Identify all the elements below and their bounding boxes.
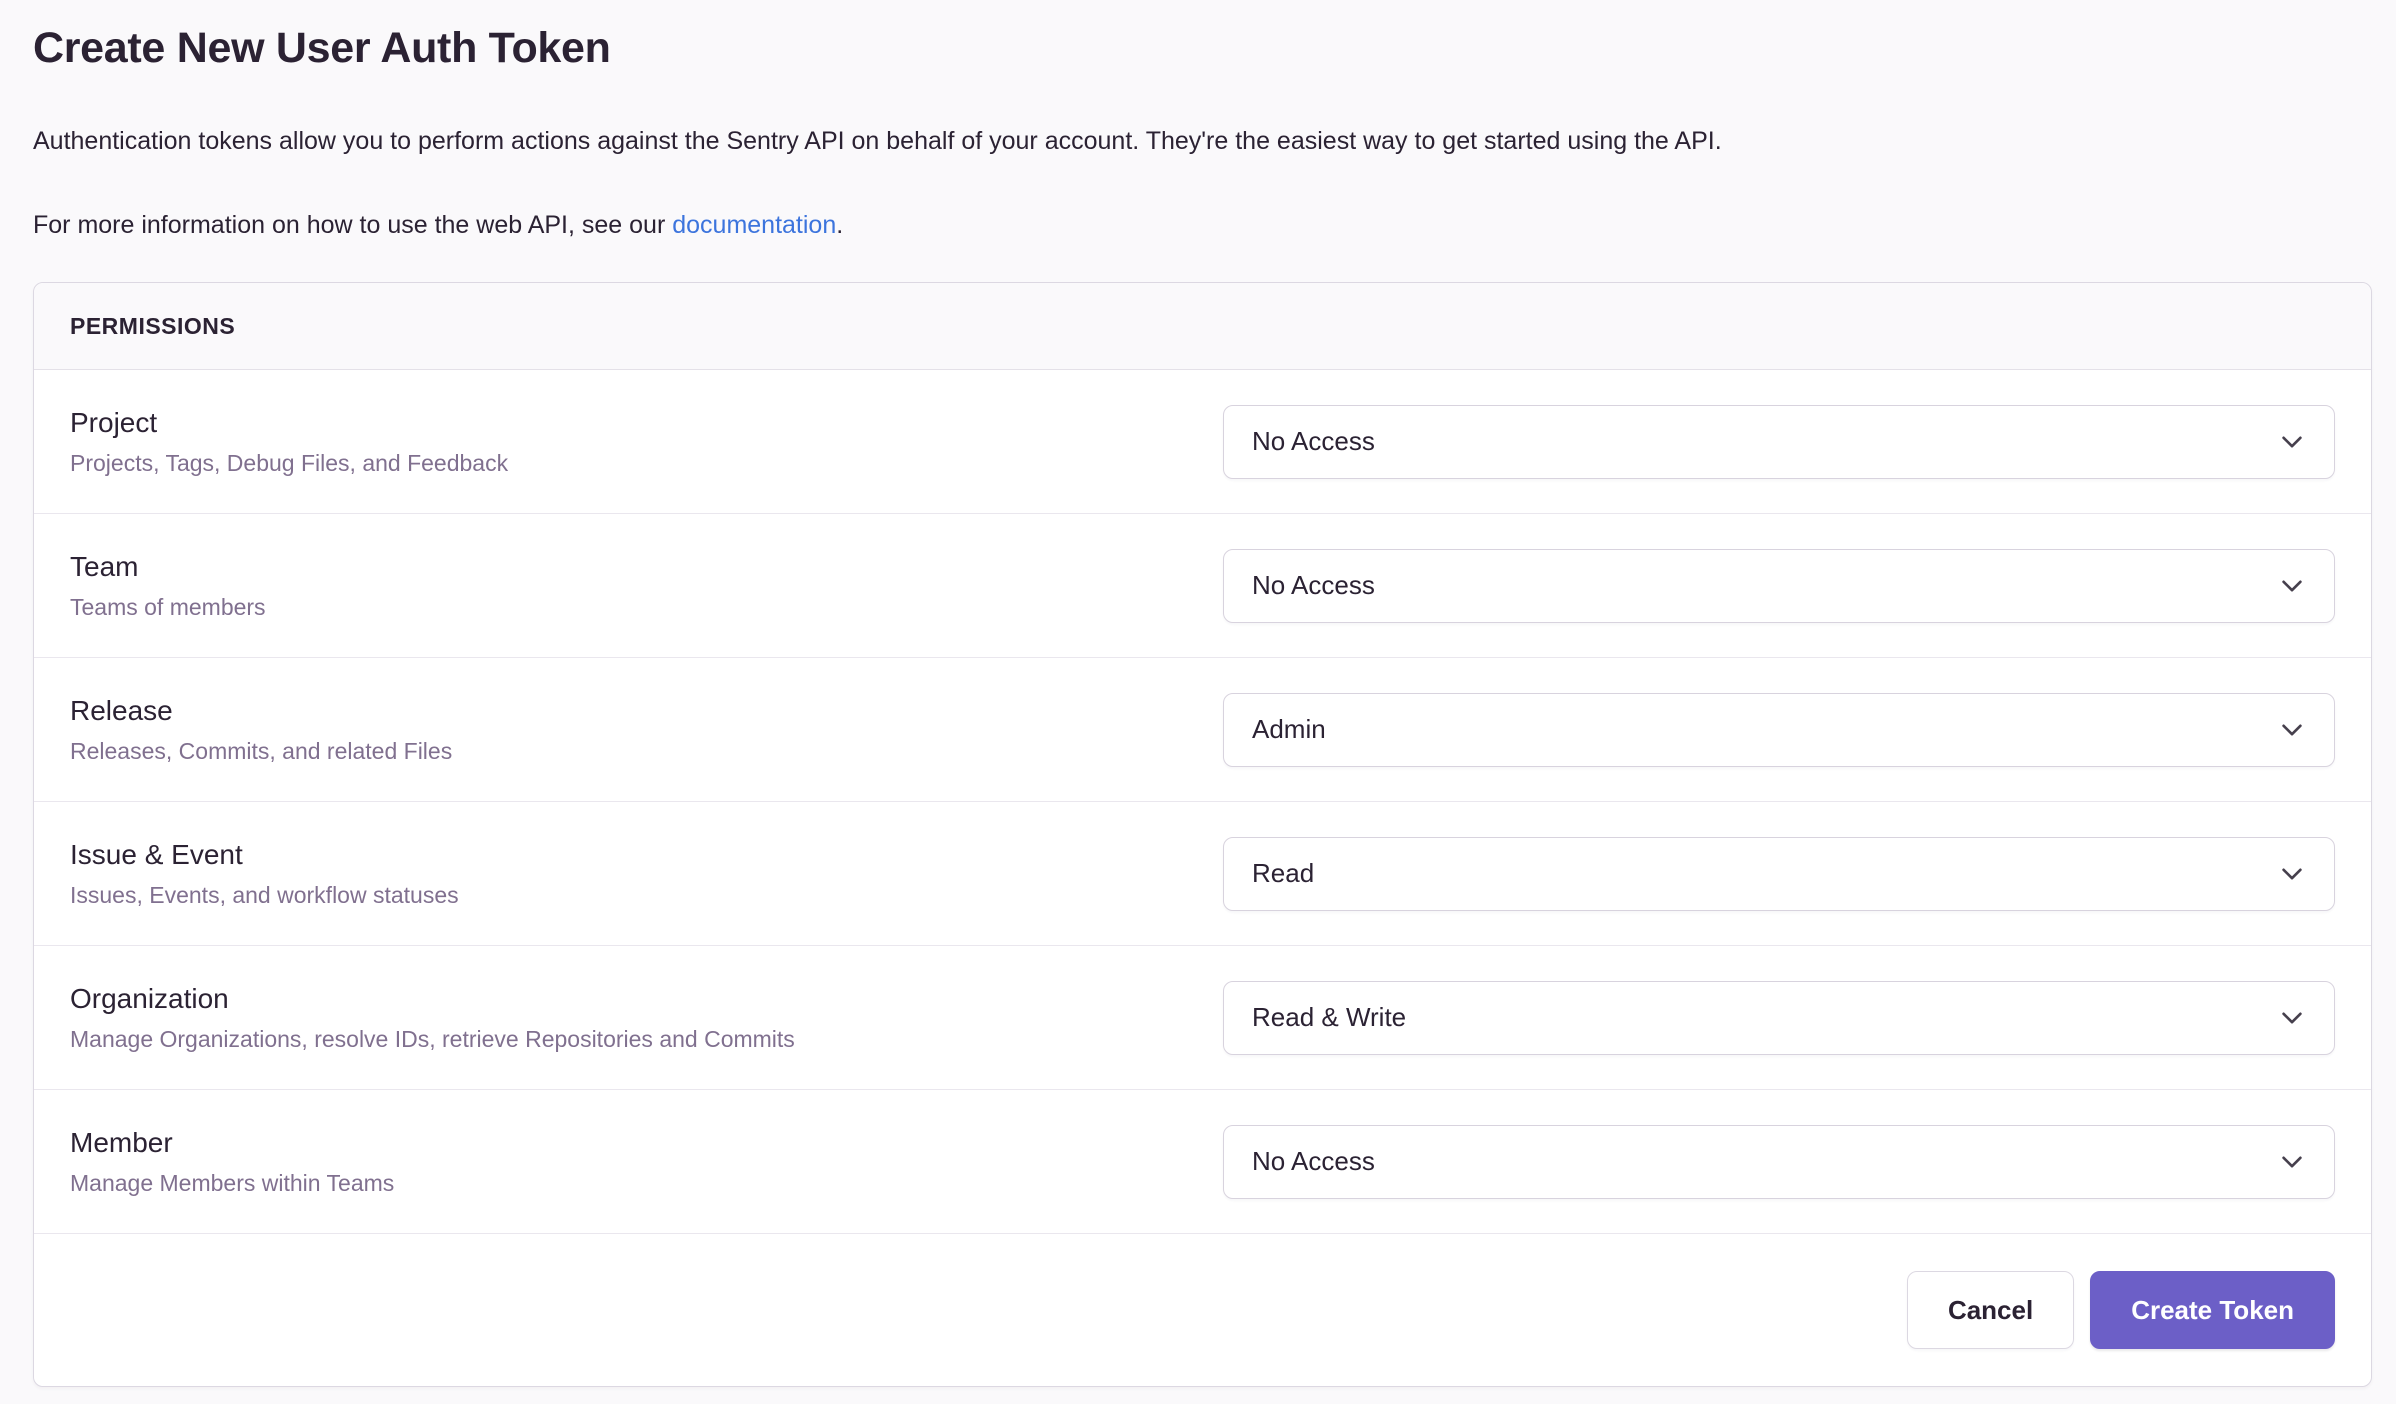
documentation-link[interactable]: documentation: [672, 211, 836, 239]
selected-value: Admin: [1252, 714, 1326, 745]
docs-suffix: .: [836, 211, 843, 239]
chevron-down-icon: [2278, 860, 2306, 888]
permission-label: Member: [70, 1126, 1183, 1160]
release-permission-select[interactable]: Admin: [1223, 693, 2335, 767]
intro-text: Authentication tokens allow you to perfo…: [33, 122, 2372, 160]
permission-row-organization: Organization Manage Organizations, resol…: [34, 946, 2371, 1090]
permission-info: Release Releases, Commits, and related F…: [70, 694, 1223, 765]
team-permission-select[interactable]: No Access: [1223, 549, 2335, 623]
chevron-down-icon: [2278, 1148, 2306, 1176]
selected-value: Read: [1252, 858, 1314, 889]
member-permission-select[interactable]: No Access: [1223, 1125, 2335, 1199]
create-token-button[interactable]: Create Token: [2090, 1271, 2335, 1349]
permission-description: Projects, Tags, Debug Files, and Feedbac…: [70, 449, 1183, 477]
permissions-panel-header: PERMISSIONS: [34, 283, 2371, 370]
chevron-down-icon: [2278, 428, 2306, 456]
permission-description: Manage Members within Teams: [70, 1169, 1183, 1197]
permission-row-member: Member Manage Members within Teams No Ac…: [34, 1090, 2371, 1234]
permission-label: Project: [70, 406, 1183, 440]
project-permission-select[interactable]: No Access: [1223, 405, 2335, 479]
permission-label: Issue & Event: [70, 838, 1183, 872]
page-title: Create New User Auth Token: [33, 22, 2372, 74]
selected-value: No Access: [1252, 426, 1375, 457]
permission-description: Teams of members: [70, 593, 1183, 621]
settings-page: Create New User Auth Token Authenticatio…: [0, 0, 2396, 1387]
permission-info: Team Teams of members: [70, 550, 1223, 621]
organization-permission-select[interactable]: Read & Write: [1223, 981, 2335, 1055]
docs-prefix: For more information on how to use the w…: [33, 211, 672, 239]
permission-label: Release: [70, 694, 1183, 728]
permission-label: Organization: [70, 982, 1183, 1016]
chevron-down-icon: [2278, 572, 2306, 600]
permission-description: Issues, Events, and workflow statuses: [70, 881, 1183, 909]
chevron-down-icon: [2278, 1004, 2306, 1032]
selected-value: No Access: [1252, 570, 1375, 601]
chevron-down-icon: [2278, 716, 2306, 744]
permission-info: Member Manage Members within Teams: [70, 1126, 1223, 1197]
selected-value: Read & Write: [1252, 1002, 1406, 1033]
permissions-panel: PERMISSIONS Project Projects, Tags, Debu…: [33, 282, 2372, 1387]
permission-info: Issue & Event Issues, Events, and workfl…: [70, 838, 1223, 909]
cancel-button[interactable]: Cancel: [1907, 1271, 2074, 1349]
permission-row-issue-event: Issue & Event Issues, Events, and workfl…: [34, 802, 2371, 946]
permission-row-project: Project Projects, Tags, Debug Files, and…: [34, 370, 2371, 514]
permission-description: Releases, Commits, and related Files: [70, 737, 1183, 765]
docs-text: For more information on how to use the w…: [33, 206, 2372, 244]
permission-info: Organization Manage Organizations, resol…: [70, 982, 1223, 1053]
panel-footer: Cancel Create Token: [34, 1234, 2371, 1386]
permission-description: Manage Organizations, resolve IDs, retri…: [70, 1025, 1183, 1053]
permissions-header-label: PERMISSIONS: [70, 313, 235, 340]
permission-label: Team: [70, 550, 1183, 584]
issue-event-permission-select[interactable]: Read: [1223, 837, 2335, 911]
permission-info: Project Projects, Tags, Debug Files, and…: [70, 406, 1223, 477]
permission-row-team: Team Teams of members No Access: [34, 514, 2371, 658]
permission-row-release: Release Releases, Commits, and related F…: [34, 658, 2371, 802]
selected-value: No Access: [1252, 1146, 1375, 1177]
